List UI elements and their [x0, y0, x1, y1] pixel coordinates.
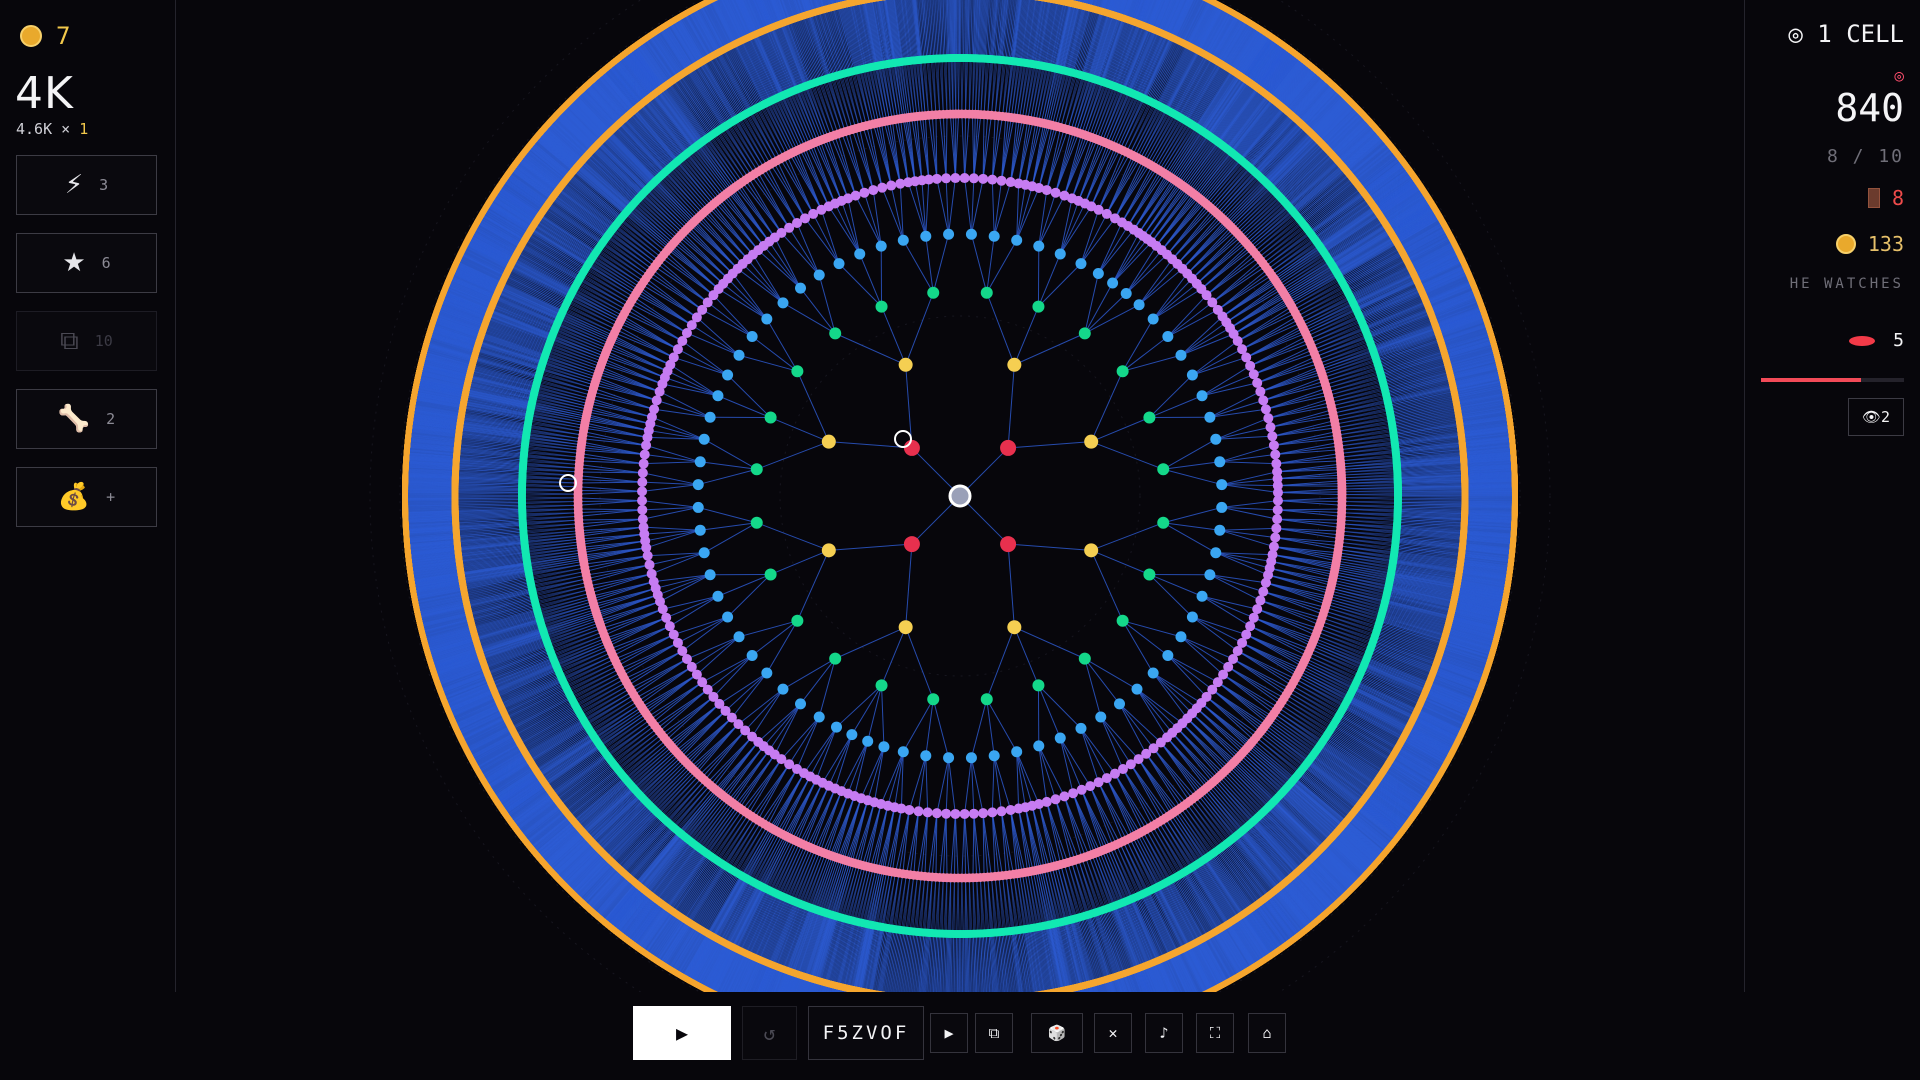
tree-edge	[578, 491, 642, 494]
tree-edge	[578, 482, 642, 483]
tree-edge	[700, 462, 757, 469]
tree-edge	[698, 469, 757, 484]
tree-edge	[645, 454, 701, 461]
tree-edge	[642, 485, 698, 492]
tree-edge	[757, 442, 829, 470]
tree-edge	[644, 462, 701, 464]
radial-skill-tree[interactable]	[0, 0, 1920, 992]
